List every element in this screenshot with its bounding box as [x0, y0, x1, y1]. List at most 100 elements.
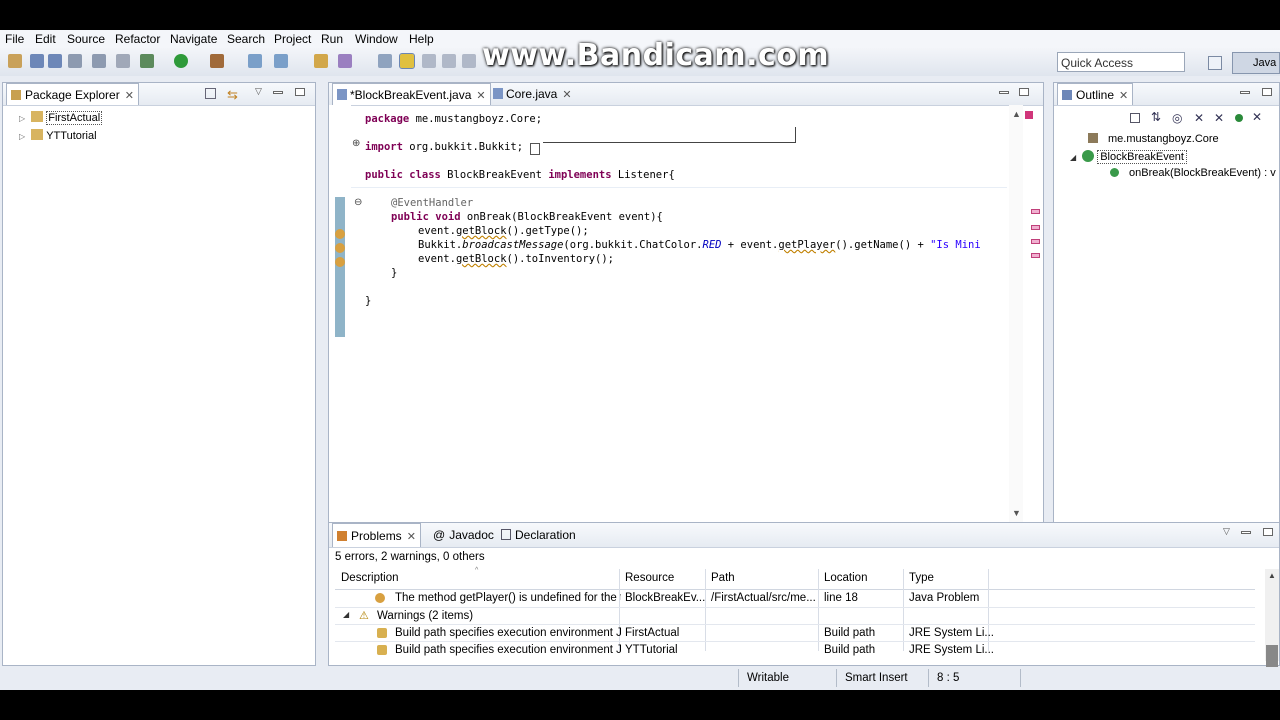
tab-core[interactable]: Core.java ✕	[489, 83, 576, 105]
hide-fields-icon[interactable]: ◎	[1172, 111, 1182, 125]
code-line-1[interactable]: package me.mustangboyz.Core;	[365, 113, 542, 125]
menu-source[interactable]: Source	[67, 32, 105, 46]
hide-static-icon[interactable]: ✕	[1194, 111, 1204, 125]
view-menu-icon[interactable]: ▽	[255, 86, 262, 97]
code-line-10[interactable]: }	[365, 295, 371, 307]
close-icon[interactable]: ✕	[407, 531, 416, 543]
highlight-icon[interactable]	[399, 53, 415, 69]
table-row[interactable]: Build path specifies execution environme…	[335, 625, 1255, 642]
link-editor-icon[interactable]: ⇆	[227, 87, 238, 103]
overview-marker[interactable]	[1031, 239, 1040, 244]
column-path[interactable]: Path	[711, 572, 735, 584]
code-line-3[interactable]: public class BlockBreakEvent implements …	[365, 169, 675, 181]
minimize-icon[interactable]	[1241, 531, 1251, 534]
outline-item-class[interactable]: ◢ BlockBreakEvent	[1070, 150, 1187, 164]
code-line-6[interactable]: event.getBlock().getType();	[418, 225, 589, 237]
code-line-5[interactable]: public void onBreak(BlockBreakEvent even…	[391, 211, 663, 223]
maximize-icon[interactable]	[1019, 88, 1029, 96]
toggle-icon[interactable]	[92, 54, 106, 68]
menu-window[interactable]: Window	[355, 32, 398, 46]
error-marker-icon[interactable]	[335, 229, 345, 239]
block-select-icon[interactable]	[442, 54, 456, 68]
debug-icon[interactable]	[140, 54, 154, 68]
minimize-icon[interactable]	[273, 91, 283, 94]
close-icon[interactable]: ✕	[1119, 90, 1128, 102]
scroll-up-icon[interactable]: ▲	[1268, 571, 1276, 580]
column-location[interactable]: Location	[824, 572, 867, 584]
tree-item-yttutorial[interactable]: ▷ YTTutorial	[19, 129, 97, 142]
print-icon[interactable]	[68, 54, 82, 68]
link-editor-icon[interactable]: ✕	[1252, 110, 1262, 124]
run-icon[interactable]	[174, 54, 188, 68]
code-line-4[interactable]: @EventHandler	[391, 197, 473, 209]
tree-item-firstactual[interactable]: ▷ FirstActual	[19, 111, 103, 125]
menu-run[interactable]: Run	[321, 32, 343, 46]
menu-search[interactable]: Search	[227, 32, 265, 46]
column-type[interactable]: Type	[909, 572, 934, 584]
menu-project[interactable]: Project	[274, 32, 311, 46]
menu-navigate[interactable]: Navigate	[170, 32, 217, 46]
quick-access-input[interactable]: Quick Access	[1057, 52, 1185, 72]
collapse-arrow-icon[interactable]: ◢	[343, 610, 349, 619]
tab-declaration[interactable]: Declaration	[497, 523, 580, 547]
scroll-down-icon[interactable]: ▼	[1012, 508, 1021, 518]
skip-breakpoints-icon[interactable]	[116, 54, 130, 68]
hide-nonpublic-icon[interactable]: ✕	[1214, 111, 1224, 125]
annotation-icon[interactable]	[378, 54, 392, 68]
overview-marker[interactable]	[1031, 253, 1040, 258]
collapse-all-icon[interactable]	[205, 88, 216, 99]
save-icon[interactable]	[30, 54, 44, 68]
view-menu-icon[interactable]: ▽	[1223, 526, 1230, 537]
column-resource[interactable]: Resource	[625, 572, 674, 584]
open-perspective-icon[interactable]	[1208, 56, 1222, 70]
save-all-icon[interactable]	[48, 54, 62, 68]
code-line-8[interactable]: event.getBlock().toInventory();	[418, 253, 614, 265]
error-summary-icon[interactable]	[1025, 111, 1033, 119]
maximize-icon[interactable]	[1263, 528, 1273, 536]
minimize-icon[interactable]	[1240, 91, 1250, 94]
maximize-icon[interactable]	[295, 88, 305, 96]
collapse-arrow-icon[interactable]: ◢	[1070, 153, 1076, 162]
java-perspective-button[interactable]: Java	[1232, 52, 1280, 74]
tab-blockbreakevent[interactable]: *BlockBreakEvent.java ✕	[332, 83, 491, 105]
outline-item-package[interactable]: me.mustangboyz.Core	[1088, 133, 1219, 145]
close-icon[interactable]: ✕	[562, 89, 571, 101]
outline-item-method[interactable]: onBreak(BlockBreakEvent) : v	[1110, 167, 1276, 179]
menu-refactor[interactable]: Refactor	[115, 32, 160, 46]
next-annotation-icon[interactable]	[462, 54, 476, 68]
error-marker-icon[interactable]	[335, 243, 345, 253]
column-description[interactable]: Description	[341, 572, 399, 584]
fold-expand-icon[interactable]: ⊕	[352, 138, 360, 149]
external-tools-icon[interactable]	[210, 54, 224, 68]
new-icon[interactable]	[8, 54, 22, 68]
close-icon[interactable]: ✕	[125, 90, 134, 102]
sort-icon[interactable]: ⇅	[1151, 110, 1161, 124]
code-line-9[interactable]: }	[391, 267, 397, 279]
error-marker-icon[interactable]	[335, 257, 345, 267]
collapse-all-icon[interactable]	[1130, 113, 1140, 123]
new-package-icon[interactable]	[274, 54, 288, 68]
show-whitespace-icon[interactable]	[422, 54, 436, 68]
close-icon[interactable]: ✕	[476, 90, 485, 102]
folded-import-box[interactable]	[530, 143, 540, 155]
search-icon[interactable]	[338, 54, 352, 68]
menu-help[interactable]: Help	[409, 32, 434, 46]
tab-outline[interactable]: Outline ✕	[1057, 83, 1134, 105]
hide-local-types-icon[interactable]	[1235, 114, 1243, 122]
code-line-2[interactable]: import org.bukkit.Bukkit;	[365, 141, 523, 153]
menu-file[interactable]: File	[5, 32, 24, 46]
code-line-7[interactable]: Bukkit.broadcastMessage(org.bukkit.ChatC…	[418, 239, 981, 251]
open-type-icon[interactable]	[314, 54, 328, 68]
overview-marker[interactable]	[1031, 209, 1040, 214]
problems-vertical-scrollbar[interactable]: ▲	[1265, 569, 1279, 671]
fold-collapse-icon[interactable]: ⊖	[354, 197, 362, 208]
overview-marker[interactable]	[1031, 225, 1040, 230]
minimize-icon[interactable]	[999, 91, 1009, 94]
table-row[interactable]: The method getPlayer() is undefined for …	[335, 590, 1255, 607]
expand-icon[interactable]: ▷	[19, 114, 25, 123]
new-java-project-icon[interactable]	[248, 54, 262, 68]
tab-problems[interactable]: Problems ✕	[332, 523, 421, 547]
menu-edit[interactable]: Edit	[35, 32, 56, 46]
expand-icon[interactable]: ▷	[19, 132, 25, 141]
tab-package-explorer[interactable]: Package Explorer ✕	[6, 83, 139, 105]
